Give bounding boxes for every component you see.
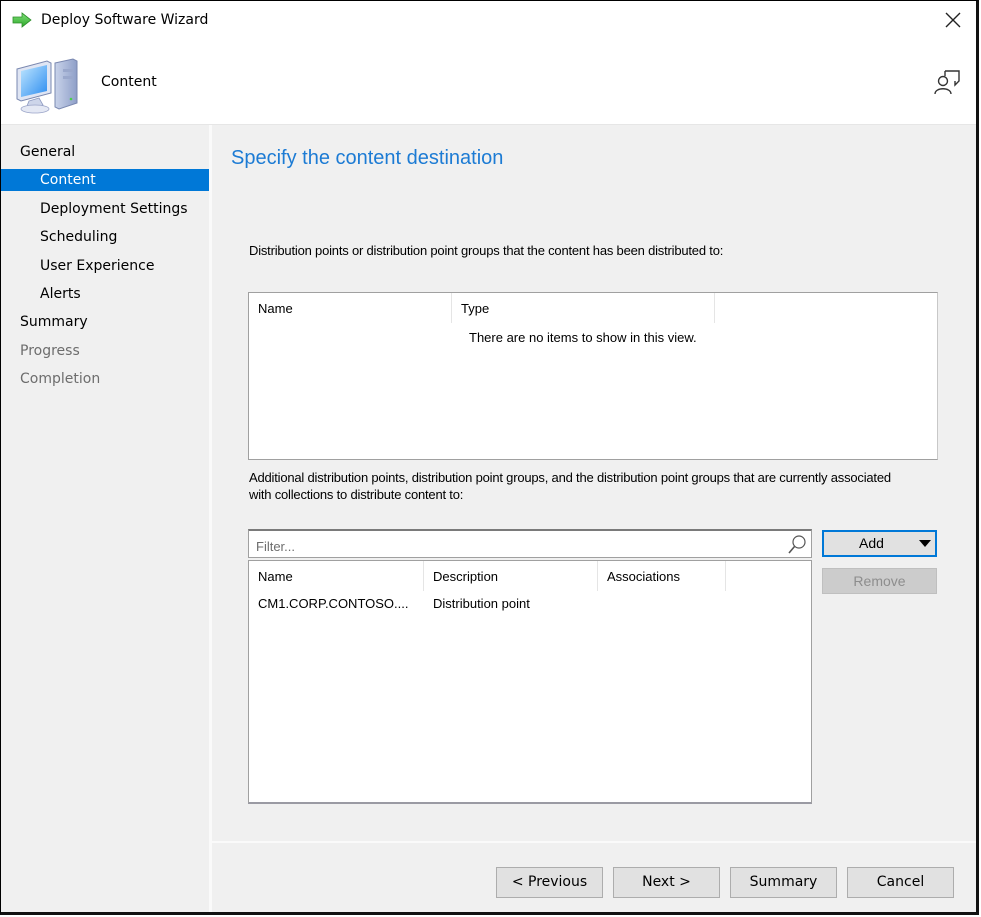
wizard-footer: < Previous Next > Summary Cancel <box>212 843 976 912</box>
page-title: Specify the content destination <box>231 147 504 169</box>
additional-destinations-list[interactable]: Name Description Associations CM1.CORP.C… <box>248 560 812 804</box>
sidebar-item-summary[interactable]: Summary <box>1 311 209 333</box>
sidebar-item-label: Progress <box>20 343 80 359</box>
add-button[interactable]: Add <box>822 530 937 557</box>
computer-icon <box>16 58 78 114</box>
cancel-button[interactable]: Cancel <box>847 867 954 898</box>
sidebar-item-general[interactable]: General <box>1 141 209 163</box>
search-icon[interactable] <box>787 534 807 556</box>
empty-list-message: There are no items to show in this view. <box>469 330 697 345</box>
sidebar-item-label: Deployment Settings <box>40 201 188 217</box>
column-header-description[interactable]: Description <box>424 561 598 591</box>
previous-button[interactable]: < Previous <box>496 867 603 898</box>
column-header-name[interactable]: Name <box>249 561 424 591</box>
dropdown-arrow-icon[interactable] <box>919 540 931 547</box>
header-title: Content <box>101 74 157 90</box>
sidebar-item-label: User Experience <box>40 258 155 274</box>
window-title: Deploy Software Wizard <box>41 12 209 28</box>
filter-box <box>248 529 812 558</box>
sidebar-item-label: Completion <box>20 371 101 387</box>
row-name-cell: CM1.CORP.CONTOSO.... <box>258 596 409 611</box>
additional-destinations-label: Additional distribution points, distribu… <box>249 470 891 502</box>
column-header-type[interactable]: Type <box>452 293 715 323</box>
sidebar-item-label: Content <box>40 172 96 188</box>
row-associations-cell <box>598 593 726 615</box>
sidebar-item-scheduling[interactable]: Scheduling <box>1 226 209 248</box>
filter-input[interactable] <box>254 535 778 557</box>
column-header-associations[interactable]: Associations <box>598 561 726 591</box>
close-icon[interactable] <box>938 5 968 35</box>
sidebar-item-label: Summary <box>20 314 88 330</box>
wizard-steps-sidebar: General Content Deployment Settings Sche… <box>1 125 209 912</box>
sidebar-item-user-experience[interactable]: User Experience <box>1 255 209 277</box>
green-arrow-icon <box>12 12 32 28</box>
remove-button: Remove <box>822 568 937 594</box>
add-button-label: Add <box>859 535 884 551</box>
row-description-cell: Distribution point <box>433 596 530 611</box>
summary-button[interactable]: Summary <box>730 867 837 898</box>
sidebar-item-alerts[interactable]: Alerts <box>1 283 209 305</box>
next-button[interactable]: Next > <box>613 867 720 898</box>
sidebar-item-progress: Progress <box>1 340 209 362</box>
distributed-to-label: Distribution points or distribution poin… <box>249 243 724 258</box>
sidebar-item-label: General <box>20 144 76 160</box>
sidebar-item-content[interactable]: Content <box>1 169 209 191</box>
column-header-name[interactable]: Name <box>249 293 452 323</box>
title-bar: Deploy Software Wizard <box>1 1 976 41</box>
user-feedback-icon[interactable] <box>932 67 962 97</box>
deploy-software-wizard-window: Deploy Software Wizard Content General C… <box>0 0 979 915</box>
distributed-to-list[interactable]: Name Type There are no items to show in … <box>248 292 938 460</box>
sidebar-item-completion: Completion <box>1 368 209 390</box>
wizard-header: Content <box>1 41 976 125</box>
sidebar-item-label: Alerts <box>40 286 81 302</box>
sidebar-item-label: Scheduling <box>40 229 118 245</box>
sidebar-item-deployment-settings[interactable]: Deployment Settings <box>1 198 209 220</box>
content-page: Specify the content destination Distribu… <box>212 125 976 841</box>
